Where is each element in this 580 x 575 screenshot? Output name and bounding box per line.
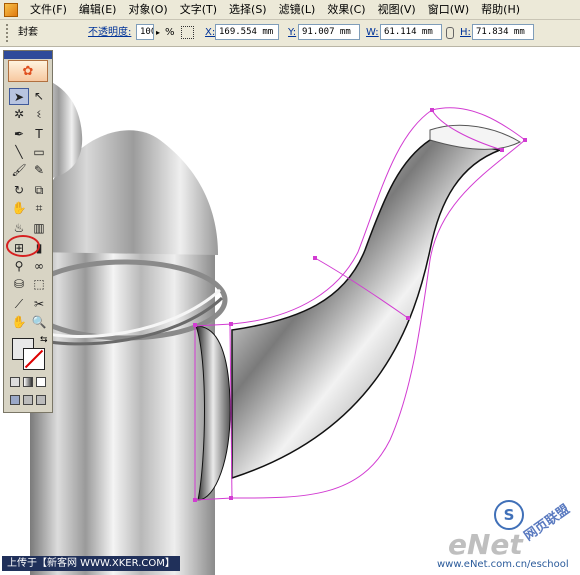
upload-credit-bar: 上传于【新客网 WWW.XKER.COM】: [2, 556, 180, 571]
opacity-unit: %: [165, 27, 175, 38]
free-transform-tool-icon[interactable]: ⌗: [29, 200, 49, 217]
menu-view[interactable]: 视图(V): [372, 0, 422, 19]
stroke-color-swatch[interactable]: [23, 348, 45, 370]
teapot-spout: [231, 139, 501, 480]
swap-colors-icon[interactable]: ⇆: [40, 335, 48, 345]
h-field[interactable]: 71.834 mm: [472, 24, 534, 40]
app-flower-logo-icon[interactable]: ✿: [8, 60, 48, 82]
opacity-label[interactable]: 不透明度:: [88, 20, 131, 46]
menu-bar: 文件(F) 编辑(E) 对象(O) 文字(T) 选择(S) 滤镜(L) 效果(C…: [0, 0, 580, 20]
x-label: X:: [205, 27, 216, 38]
live-paint-bucket-tool-icon[interactable]: ⛁: [9, 276, 29, 293]
menu-file[interactable]: 文件(F): [24, 0, 73, 19]
menu-edit[interactable]: 编辑(E): [73, 0, 123, 19]
control-bar-grip[interactable]: [6, 24, 14, 42]
scissors-tool-icon[interactable]: ✂: [29, 296, 49, 313]
rectangle-tool-icon[interactable]: ▭: [29, 144, 49, 161]
scale-tool-icon[interactable]: ⧉: [29, 182, 49, 199]
teapot-artwork: [22, 75, 527, 575]
zoom-tool-icon[interactable]: 🔍: [29, 314, 49, 331]
live-paint-selection-tool-icon[interactable]: ⬚: [29, 276, 49, 293]
opacity-dropdown-arrow-icon[interactable]: ▸: [156, 20, 160, 46]
column-graph-tool-icon[interactable]: ▥: [29, 220, 49, 237]
full-screen-mode-icon[interactable]: [36, 395, 46, 405]
x-field[interactable]: 169.554 mm: [215, 24, 279, 40]
direct-selection-tool-icon[interactable]: ↖: [29, 88, 49, 105]
watermark-url: www.eNet.com.cn/eschool: [437, 559, 569, 570]
gradient-mode-icon[interactable]: [23, 377, 33, 387]
menu-select[interactable]: 选择(S): [223, 0, 273, 19]
w-field[interactable]: 61.114 mm: [380, 24, 442, 40]
line-tool-icon[interactable]: ╲: [9, 144, 29, 161]
color-mode-icon[interactable]: [10, 377, 20, 387]
watermark-brand: eNet: [448, 528, 523, 561]
warp-tool-icon[interactable]: ✋: [9, 200, 29, 217]
y-field[interactable]: 91.007 mm: [298, 24, 360, 40]
pencil-tool-icon[interactable]: ✎: [29, 162, 49, 179]
lasso-tool-icon[interactable]: ଽ: [29, 106, 49, 123]
menu-help[interactable]: 帮助(H): [475, 0, 526, 19]
opacity-input[interactable]: 100: [136, 24, 154, 40]
menu-type[interactable]: 文字(T): [174, 0, 223, 19]
pen-tool-icon[interactable]: ✒: [9, 126, 29, 143]
slice-tool-icon[interactable]: ⟋: [9, 296, 29, 313]
magic-wand-tool-icon[interactable]: ✲: [9, 106, 29, 123]
menu-filter[interactable]: 滤镜(L): [273, 0, 322, 19]
tools-panel-titlebar[interactable]: [4, 51, 52, 59]
h-label: H:: [460, 27, 471, 38]
constrain-proportions-icon[interactable]: [446, 27, 454, 39]
rotate-tool-icon[interactable]: ↻: [9, 182, 29, 199]
app-logo-icon: [4, 2, 18, 17]
tools-panel: ✿ ➤ ↖ ✲ ଽ ✒ T ╲ ▭ 🖌 ✎ ↻ ⧉ ✋ ⌗ ♨ ▥ ⊞ ▮ ⚲ …: [3, 50, 53, 413]
reference-point-icon[interactable]: [181, 26, 194, 39]
watermark-badge: S: [494, 500, 524, 530]
paintbrush-tool-icon[interactable]: 🖌: [9, 162, 29, 179]
standard-screen-mode-icon[interactable]: [10, 395, 20, 405]
y-label: Y:: [288, 27, 297, 38]
menu-effect[interactable]: 效果(C): [321, 0, 371, 19]
w-label: W:: [366, 27, 379, 38]
teapot-body: [30, 250, 215, 575]
mesh-tool-highlight-ring: [6, 235, 40, 257]
none-mode-icon[interactable]: [36, 377, 46, 387]
artboard-canvas[interactable]: [0, 47, 580, 575]
eyedropper-tool-icon[interactable]: ⚲: [9, 258, 29, 275]
menu-window[interactable]: 窗口(W): [422, 0, 475, 19]
menu-object[interactable]: 对象(O): [122, 0, 173, 19]
blend-tool-icon[interactable]: ∞: [29, 258, 49, 275]
object-type-label: 封套: [18, 27, 38, 38]
hand-tool-icon[interactable]: ✋: [9, 314, 29, 331]
control-bar: 封套 不透明度: 100 ▸ % X: 169.554 mm Y: 91.007…: [0, 20, 580, 47]
selection-tool-icon[interactable]: ➤: [9, 88, 29, 105]
type-tool-icon[interactable]: T: [29, 126, 49, 143]
full-screen-menu-mode-icon[interactable]: [23, 395, 33, 405]
